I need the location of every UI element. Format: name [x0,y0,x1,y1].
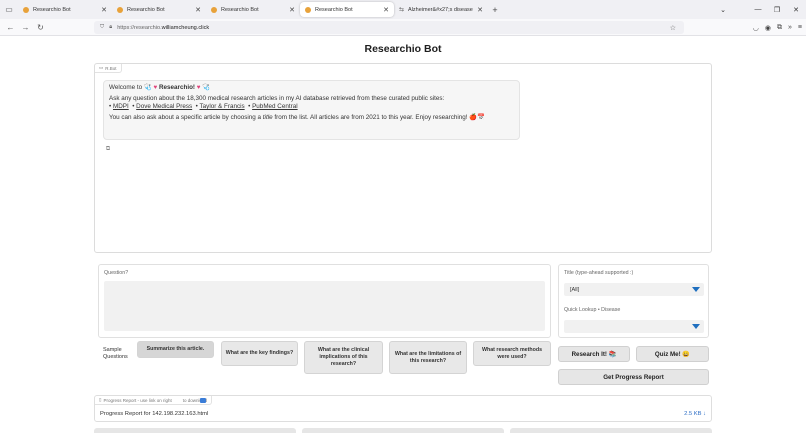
footer-button-partial[interactable] [510,428,712,433]
get-progress-report-button[interactable]: Get Progress Report [558,369,709,385]
menu-icon[interactable]: ≡ [798,24,802,31]
browser-tab-3[interactable]: Researchio Bot ✕ [206,2,300,17]
copy-icon[interactable]: ⧉ [104,145,112,153]
close-icon[interactable]: ✕ [477,6,483,14]
browser-tab-5[interactable]: ⇆ Alzheimer&#x27;s disease c ✕ [394,2,488,17]
address-bar[interactable]: ⛉ 🔒︎ https://researchio.williamcheung.cl… [94,21,684,34]
page-title: Researchio Bot [364,43,442,55]
pocket-icon[interactable]: ◡ [753,24,759,32]
window-close-icon[interactable]: ✕ [787,0,805,19]
restore-icon[interactable]: ❐ [768,0,786,19]
progress-report-panel: ▯ Progress Report - use link on right to… [94,395,712,422]
report-download-link[interactable]: 2.5 KB ↓ [684,411,706,417]
close-icon[interactable]: ✕ [101,6,107,14]
favicon-icon [23,6,29,13]
sample-question-methods[interactable]: What research methods were used? [473,341,551,366]
shield-icon: ⛉ [100,24,105,30]
sample-questions-label: Sample Questions [103,347,128,360]
question-panel: Question? [98,264,551,338]
title-label: Title (type-ahead supported :) [564,270,634,276]
source-link-dove[interactable]: Dove Medical Press [136,103,192,110]
nav-bar: ← → ↻ ⛉ 🔒︎ https://researchio.williamche… [0,19,806,36]
extensions-icon[interactable]: ⧉ [777,24,782,32]
chevron-down-icon[interactable]: ⌄ [714,0,732,19]
forward-icon[interactable]: → [18,23,33,32]
tab-list-icon[interactable]: ▭ [0,0,18,19]
source-links: • MDPI • Dove Medical Press • Taylor & F… [109,103,298,110]
tab-title: Alzheimer&#x27;s disease c [408,6,474,13]
tab-title: Researchio Bot [315,6,353,13]
disease-lookup-dropdown[interactable] [564,320,704,333]
back-icon[interactable]: ← [3,23,18,32]
chatbot-panel: ▭ R.Bot Welcome to 🩺 ♥ Researchio! ♥ 🩺 A… [94,63,712,253]
new-tab-icon[interactable]: + [488,5,502,15]
question-input[interactable] [104,281,545,331]
close-icon[interactable]: ✕ [383,6,389,14]
filters-panel: Title (type-ahead supported :) [All] Qui… [558,264,709,338]
tab-title: Researchio Bot [127,6,165,13]
heart-icon: ♥ [153,84,158,91]
browser-tab-2[interactable]: Researchio Bot ✕ [112,2,206,17]
title-dropdown[interactable]: [All] [564,283,704,296]
dropdown-arrow-icon [692,324,700,329]
lookup-label: Quick Lookup • Disease [564,307,621,313]
minimize-icon[interactable]: — [749,0,767,19]
source-link-taylor[interactable]: Taylor & Francis [200,103,245,110]
download-arrow-icon [200,398,206,403]
favicon-icon [211,6,217,13]
dropdown-arrow-icon [692,287,700,292]
sample-question-limitations[interactable]: What are the limitations of this researc… [389,341,467,374]
tab-strip: ▭ Researchio Bot ✕ Researchio Bot ✕ Rese… [0,0,806,19]
research-it-button[interactable]: Research It! 📚 [558,346,630,362]
quiz-me-button[interactable]: Quiz Me! 😀 [636,346,709,362]
close-icon[interactable]: ✕ [289,6,295,14]
lock-icon: 🔒︎ [109,24,113,30]
site-icon: ⇆ [399,7,405,13]
chat-icon: ▭ [99,65,104,70]
progress-report-label: ▯ Progress Report - use link on right to… [95,396,213,405]
report-file-name: Progress Report for 142.198.232.163.html [100,411,209,417]
file-icon: ▯ [99,397,102,402]
sample-question-key-findings[interactable]: What are the key findings? [221,341,298,366]
title-hint-line: You can also ask about a specific articl… [109,114,485,121]
chatbot-label: ▭ R.Bot [95,64,122,73]
tab-title: Researchio Bot [221,6,259,13]
bookmark-star-icon[interactable]: ☆ [670,24,676,32]
overflow-chevron-icon[interactable]: » [788,24,792,31]
favicon-icon [305,6,311,13]
footer-button-partial[interactable] [302,428,504,433]
tab-title: Researchio Bot [33,6,71,13]
welcome-line: Welcome to 🩺 ♥ Researchio! ♥ 🩺 [109,84,211,91]
source-link-pubmed[interactable]: PubMed Central [252,103,298,110]
close-icon[interactable]: ✕ [195,6,201,14]
footer-button-partial[interactable] [94,428,296,433]
favicon-icon [117,6,123,13]
account-icon[interactable]: ◉ [765,24,771,32]
source-link-mdpi[interactable]: MDPI [113,103,129,110]
browser-tab-4-active[interactable]: Researchio Bot ✕ [300,2,394,17]
url-text: https://researchio.williamcheung.click [117,24,210,31]
sample-question-summarize[interactable]: Summarize this article. [137,341,214,358]
browser-tab-1[interactable]: Researchio Bot ✕ [18,2,112,17]
bot-message: Welcome to 🩺 ♥ Researchio! ♥ 🩺 Ask any q… [103,80,520,140]
sample-question-clinical[interactable]: What are the clinical implications of th… [304,341,383,374]
toolbar-icons: ◡ ◉ ⧉ » ≡ [753,19,802,36]
reload-icon[interactable]: ↻ [33,23,48,32]
heart-icon: ♥ [196,84,201,91]
ask-line: Ask any question about the 18,300 medica… [109,95,445,102]
question-label: Question? [104,270,129,276]
